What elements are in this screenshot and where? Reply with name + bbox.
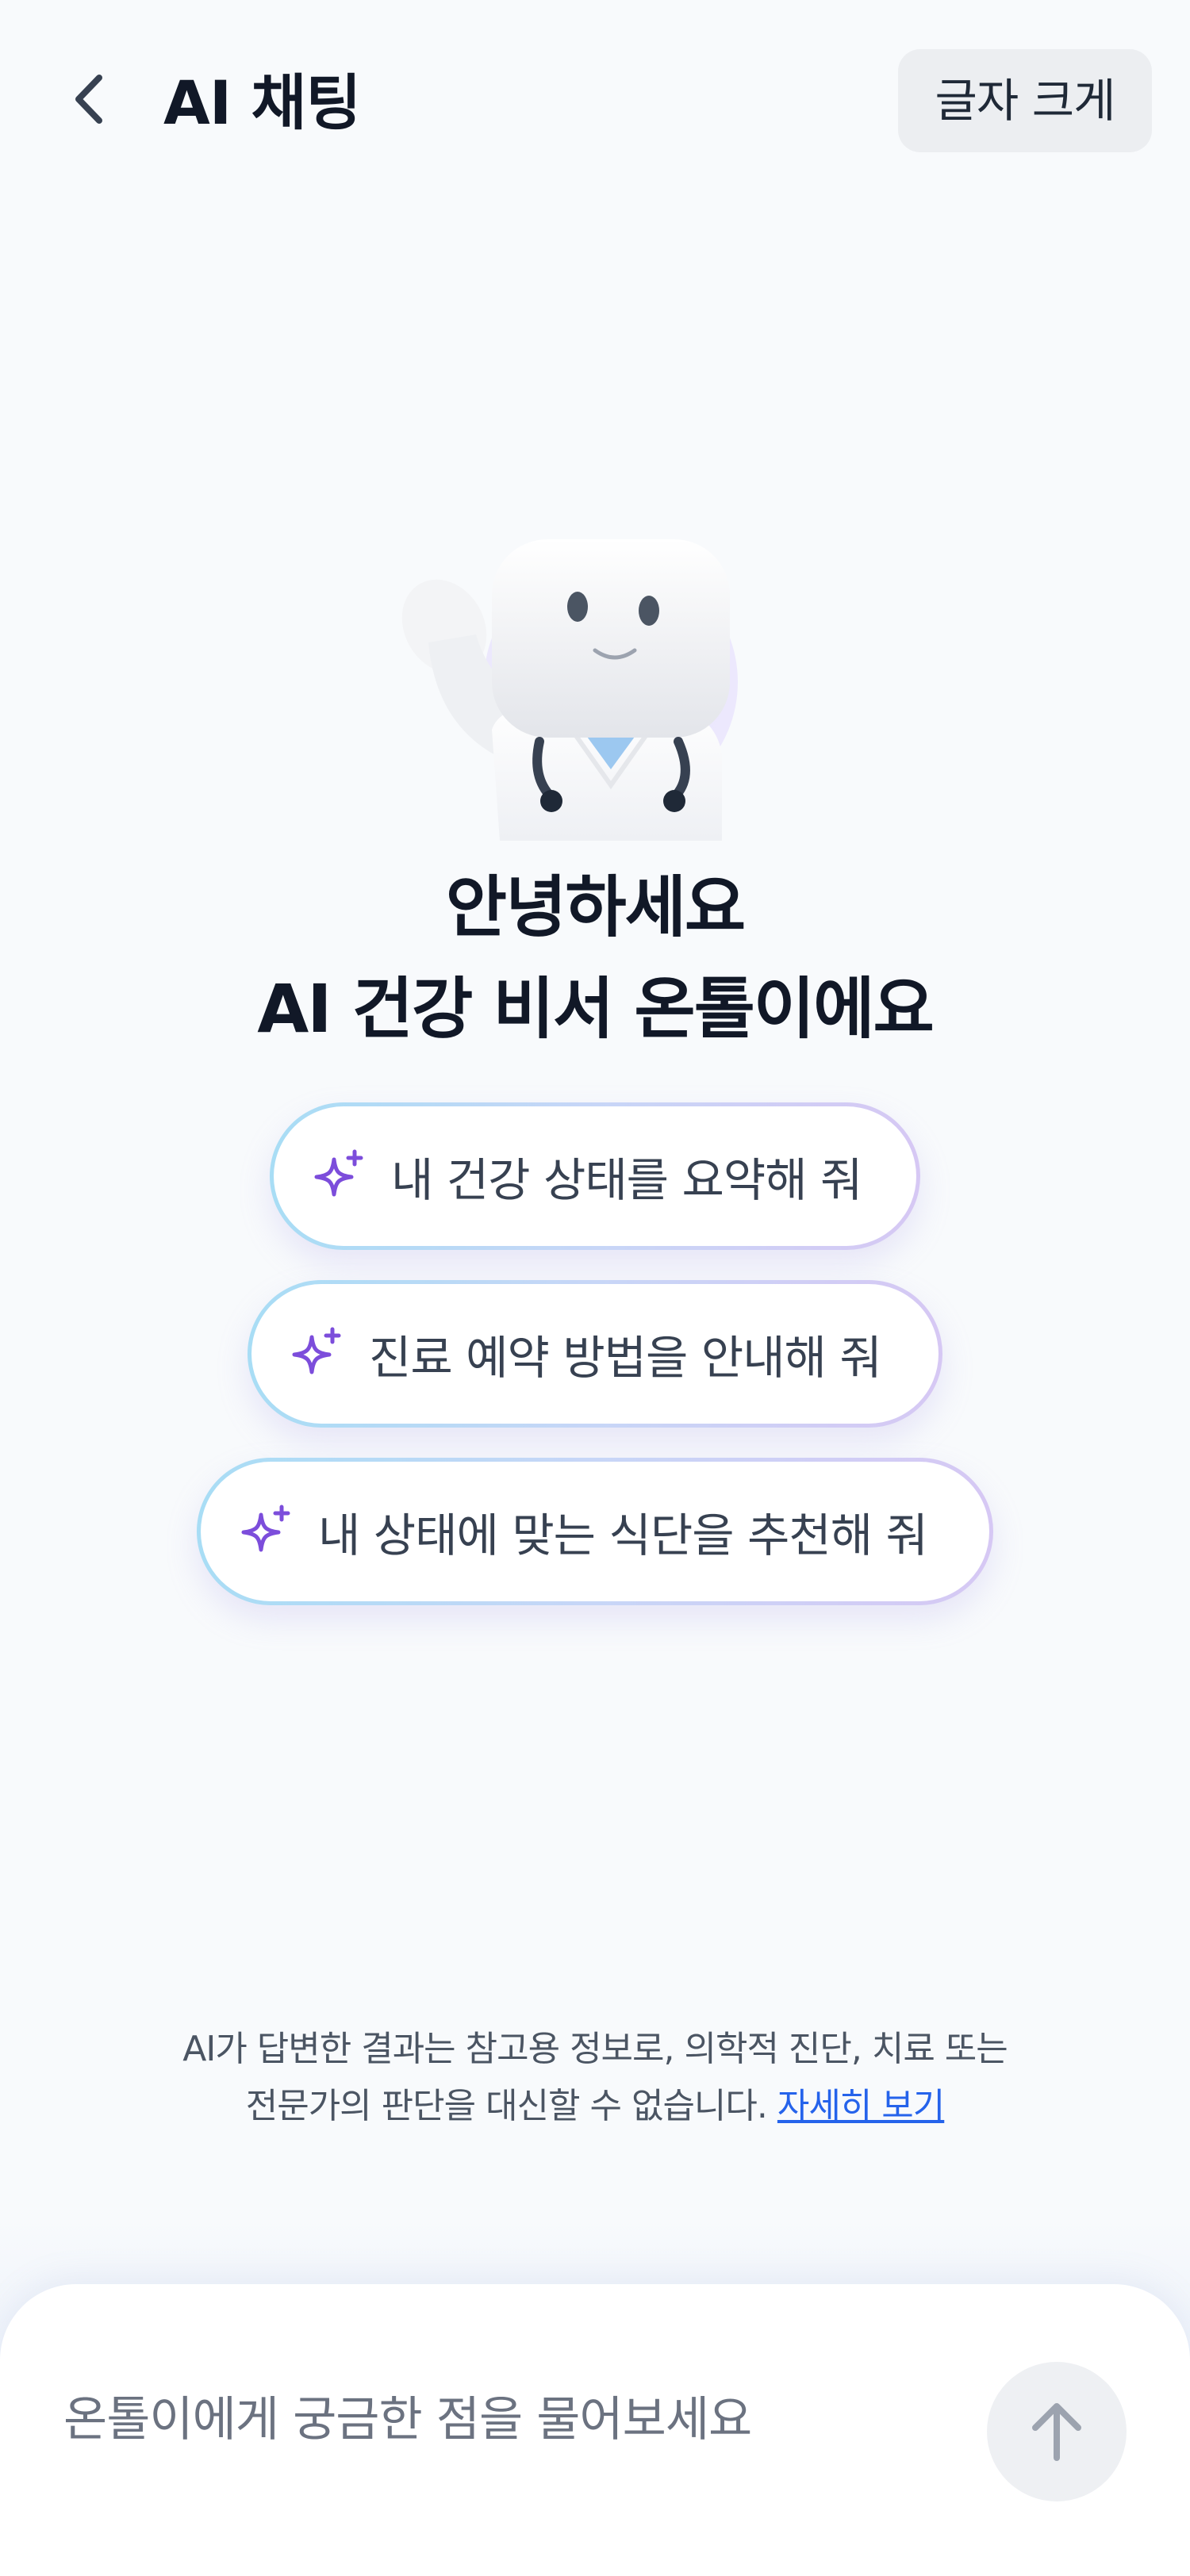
suggestion-label: 진료 예약 방법을 안내해 줘 [369, 1331, 882, 1385]
disclaimer: AI가 답변한 결과는 참고용 정보로, 의학적 진단, 치료 또는 전문가의 … [0, 2021, 1190, 2135]
greeting-heading: 안녕하세요 AI 건강 비서 온톨이에요 [0, 857, 1190, 1060]
font-size-button[interactable]: 글자 크게 [898, 49, 1152, 152]
greeting-line-2: AI 건강 비서 온톨이에요 [257, 970, 935, 1048]
suggestion-chip-summary[interactable]: 내 건강 상태를 요약해 줘 [270, 1102, 920, 1250]
suggestion-label: 내 건강 상태를 요약해 줘 [391, 1153, 862, 1207]
chat-screen: AI 채팅 글자 크게 안녕하세요 AI 건강 비서 온톨이에요 내 건강 상태… [0, 0, 1190, 2576]
sparkle-icon [314, 1149, 363, 1197]
suggestion-chip-reservation[interactable]: 진료 예약 방법을 안내해 줘 [248, 1280, 942, 1428]
suggestion-chip-diet[interactable]: 내 상태에 맞는 식단을 추천해 줘 [197, 1458, 993, 1605]
disclaimer-line-1: AI가 답변한 결과는 참고용 정보로, 의학적 진단, 치료 또는 [182, 2029, 1008, 2069]
disclaimer-line-2: 전문가의 판단을 대신할 수 없습니다. 자세히 보기 [0, 2078, 1190, 2135]
sparkle-icon [241, 1505, 290, 1552]
suggestion-label: 내 상태에 맞는 식단을 추천해 줘 [318, 1508, 928, 1562]
chat-input[interactable] [62, 2379, 954, 2460]
arrow-up-icon [1032, 2403, 1081, 2461]
chevron-left-icon [75, 75, 102, 124]
composer-panel [0, 2284, 1190, 2576]
sparkle-icon [292, 1327, 341, 1374]
header: AI 채팅 글자 크게 [0, 0, 1190, 206]
send-button[interactable] [987, 2362, 1127, 2501]
disclaimer-text: 전문가의 판단을 대신할 수 없습니다. [245, 2086, 768, 2126]
greeting-line-1: 안녕하세요 [445, 868, 746, 946]
doctor-mascot-avatar [401, 539, 738, 841]
back-button[interactable] [56, 63, 127, 135]
page-title: AI 채팅 [163, 67, 361, 138]
more-info-link[interactable]: 자세히 보기 [777, 2086, 945, 2126]
